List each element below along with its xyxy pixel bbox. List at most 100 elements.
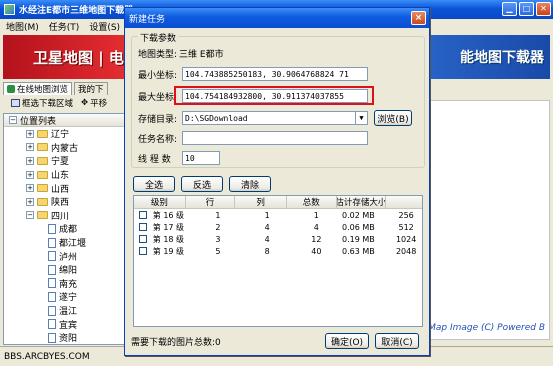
chevron-down-icon[interactable]: ▼ xyxy=(355,112,367,124)
city-label: 温江 xyxy=(59,307,78,318)
map-view[interactable]: Map Image (C) Powered B xyxy=(428,100,550,340)
page-icon xyxy=(48,278,56,289)
folder-icon xyxy=(37,184,48,193)
col-col[interactable]: 列 xyxy=(235,196,287,208)
selection-buttons: 全选 反选 清除 xyxy=(133,176,271,192)
row-checkbox[interactable] xyxy=(139,235,147,243)
tree-province[interactable]: + 山东 xyxy=(4,168,126,182)
dialog-close-button[interactable]: × xyxy=(411,11,426,25)
tree-city[interactable]: 宜宾 xyxy=(4,317,126,331)
folder-icon xyxy=(37,197,48,206)
tree-province[interactable]: + 山西 xyxy=(4,181,126,195)
folder-icon xyxy=(37,156,48,165)
ok-button[interactable]: 确定(O) xyxy=(325,333,369,349)
tree-city[interactable]: 成都 xyxy=(4,222,126,236)
banner-right-text: 能地图下载器 xyxy=(460,50,544,66)
city-label: 成都 xyxy=(59,225,78,236)
tree-city[interactable]: 遂宁 xyxy=(4,290,126,304)
close-icon: × xyxy=(414,13,423,23)
expand-icon[interactable]: + xyxy=(26,143,34,152)
city-label: 绵阳 xyxy=(59,266,78,277)
invert-selection-button[interactable]: 反选 xyxy=(181,176,223,192)
threads-field[interactable]: 10 xyxy=(182,151,220,165)
collapse-icon[interactable]: − xyxy=(9,116,17,124)
cell-row: 3 xyxy=(215,234,221,244)
location-list-header: − 位置列表 xyxy=(4,114,126,127)
dialog-title: 新建任务 xyxy=(129,14,166,25)
task-name-field[interactable] xyxy=(182,131,368,145)
menu-settings[interactable]: 设置(S) xyxy=(89,20,120,33)
folder-icon xyxy=(37,129,48,138)
expand-icon[interactable]: + xyxy=(26,170,34,179)
tree-city[interactable]: 都江堰 xyxy=(4,236,126,250)
menu-map[interactable]: 地图(M) xyxy=(6,20,39,33)
close-button[interactable]: ✕ xyxy=(536,2,551,16)
maximize-button[interactable]: □ xyxy=(519,2,534,16)
threads-row: 线 程 数 10 xyxy=(138,151,220,165)
col-total[interactable]: 总数 xyxy=(287,196,337,208)
max-coord-highlight xyxy=(174,86,374,105)
row-checkbox[interactable] xyxy=(139,211,147,219)
download-total: 需要下载的图片总数:0 xyxy=(131,338,221,348)
clear-button[interactable]: 清除 xyxy=(229,176,271,192)
expand-icon[interactable]: + xyxy=(26,129,34,138)
row-checkbox[interactable] xyxy=(139,247,147,255)
menu-task[interactable]: 任务(T) xyxy=(49,20,80,33)
table-row[interactable]: 第 17 级 2 4 4 0.06 MB 512 xyxy=(134,221,422,233)
cell-col: 4 xyxy=(264,234,270,244)
tree-province[interactable]: + 辽宁 xyxy=(4,127,126,141)
location-list-title: 位置列表 xyxy=(20,116,57,127)
expand-icon[interactable]: + xyxy=(26,197,34,206)
map-toolbar: 框选下载区域 ✥ 平移 xyxy=(3,96,133,110)
tree-province[interactable]: + 内蒙古 xyxy=(4,141,126,155)
province-label: 内蒙古 xyxy=(51,143,79,154)
task-name-label: 任务名称: xyxy=(138,134,178,145)
col-row[interactable]: 行 xyxy=(186,196,236,208)
table-row[interactable]: 第 18 级 3 4 12 0.19 MB 1024 xyxy=(134,233,422,245)
tree-province[interactable]: + 陕西 xyxy=(4,195,126,209)
col-extra[interactable] xyxy=(386,196,422,208)
page-icon xyxy=(48,264,56,275)
group-title: 下载参数 xyxy=(138,31,179,44)
expand-icon[interactable]: + xyxy=(26,156,34,165)
task-name-row: 任务名称: xyxy=(138,131,368,145)
city-label: 南充 xyxy=(59,279,78,290)
cancel-button[interactable]: 取消(C) xyxy=(375,333,419,349)
table-row[interactable]: 第 16 级 1 1 1 0.02 MB 256 xyxy=(134,209,422,221)
tree-province[interactable]: + 宁夏 xyxy=(4,154,126,168)
tree-city[interactable]: 绵阳 xyxy=(4,263,126,277)
expand-icon[interactable]: + xyxy=(26,184,34,193)
tree-province[interactable]: − 四川 xyxy=(4,209,126,223)
location-list-panel: − 位置列表 + 辽宁 + 内蒙古 + 宁夏 + 山东 + 山西 + 陕西 − 四川 成都 都江堰 泸州 绵阳 南充… xyxy=(3,113,127,345)
city-label: 资阳 xyxy=(59,334,78,345)
cell-row: 2 xyxy=(215,222,221,232)
select-all-button[interactable]: 全选 xyxy=(133,176,175,192)
tree-city[interactable]: 泸州 xyxy=(4,249,126,263)
tab-my-downloads[interactable]: 我的下 xyxy=(74,82,108,95)
dir-row: 存储目录: D:\SGDownload ▼ 浏览(B) xyxy=(138,110,412,126)
table-row[interactable]: 第 19 级 5 8 40 0.63 MB 2048 xyxy=(134,245,422,257)
col-size[interactable]: 估计存储大小 xyxy=(337,196,387,208)
tree-city[interactable]: 资阳 xyxy=(4,331,126,345)
level-table: 级别 行 列 总数 估计存储大小 第 16 级 1 1 1 0.02 MB 256 第 17… xyxy=(133,195,423,327)
row-checkbox[interactable] xyxy=(139,223,147,231)
tree-city[interactable]: 南充 xyxy=(4,277,126,291)
city-label: 遂宁 xyxy=(59,293,78,304)
col-level[interactable]: 级别 xyxy=(134,196,186,208)
min-coord-field[interactable]: 104.743885250183, 30.9064768824 71 xyxy=(182,67,368,81)
city-label: 宜宾 xyxy=(59,320,78,331)
page-icon xyxy=(48,319,56,330)
dir-select[interactable]: D:\SGDownload ▼ xyxy=(182,111,368,125)
select-area-tool[interactable]: 框选下载区域 xyxy=(11,97,73,109)
minimize-button[interactable]: ▁ xyxy=(502,2,517,16)
tab-my-downloads-label: 我的下 xyxy=(78,85,104,95)
tab-online-map[interactable]: 在线地图浏览 xyxy=(3,82,73,95)
collapse-icon[interactable]: − xyxy=(26,211,34,220)
globe-icon xyxy=(7,85,15,93)
status-text: BBS.ARCBYES.COM xyxy=(4,351,90,362)
tree-city[interactable]: 温江 xyxy=(4,304,126,318)
browse-button[interactable]: 浏览(B) xyxy=(374,110,412,126)
dir-value: D:\SGDownload xyxy=(185,113,248,123)
cell-size: 0.02 MB xyxy=(341,210,375,220)
pan-tool[interactable]: ✥ 平移 xyxy=(81,97,107,109)
